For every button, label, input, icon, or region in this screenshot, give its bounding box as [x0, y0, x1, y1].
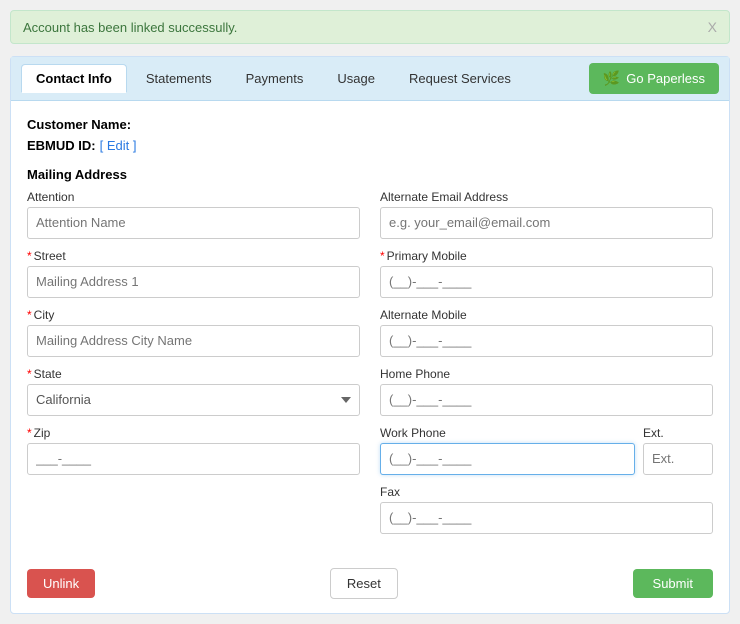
- ext-group: Ext.: [643, 426, 713, 475]
- alternate-email-input[interactable]: [380, 207, 713, 239]
- city-group: *City: [27, 308, 360, 357]
- mailing-address-title: Mailing Address: [27, 167, 713, 182]
- main-card: Contact Info Statements Payments Usage R…: [10, 56, 730, 614]
- tab-payments[interactable]: Payments: [231, 64, 319, 93]
- alternate-email-group: Alternate Email Address: [380, 190, 713, 239]
- tabs: Contact Info Statements Payments Usage R…: [21, 64, 526, 93]
- ext-input[interactable]: [643, 443, 713, 475]
- close-icon[interactable]: X: [708, 19, 717, 35]
- home-phone-input[interactable]: [380, 384, 713, 416]
- ext-label: Ext.: [643, 426, 713, 440]
- success-banner: Account has been linked successully. X: [10, 10, 730, 44]
- edit-link[interactable]: [ Edit ]: [100, 136, 137, 157]
- city-label: *City: [27, 308, 360, 322]
- work-phone-group: Work Phone: [380, 426, 635, 475]
- ebmud-id-label: EBMUD ID:: [27, 136, 96, 157]
- tab-usage[interactable]: Usage: [322, 64, 390, 93]
- footer-actions: Unlink Reset Submit: [11, 558, 729, 613]
- unlink-button[interactable]: Unlink: [27, 569, 95, 598]
- city-input[interactable]: [27, 325, 360, 357]
- primary-mobile-label: *Primary Mobile: [380, 249, 713, 263]
- go-paperless-button[interactable]: 🌿 Go Paperless: [589, 63, 719, 94]
- submit-button[interactable]: Submit: [633, 569, 713, 598]
- attention-label: Attention: [27, 190, 360, 204]
- state-label: *State: [27, 367, 360, 381]
- alternate-mobile-input[interactable]: [380, 325, 713, 357]
- fax-label: Fax: [380, 485, 713, 499]
- street-group: *Street: [27, 249, 360, 298]
- fax-group: Fax: [380, 485, 713, 534]
- customer-name-label: Customer Name:: [27, 115, 131, 136]
- attention-group: Attention: [27, 190, 360, 239]
- customer-info: Customer Name: EBMUD ID: [ Edit ]: [27, 115, 713, 157]
- tab-contact-info[interactable]: Contact Info: [21, 64, 127, 93]
- form-grid: Attention *Street *City: [27, 190, 713, 544]
- zip-group: *Zip: [27, 426, 360, 475]
- zip-input[interactable]: [27, 443, 360, 475]
- primary-mobile-group: *Primary Mobile: [380, 249, 713, 298]
- home-phone-group: Home Phone: [380, 367, 713, 416]
- work-phone-row: Work Phone Ext.: [380, 426, 713, 485]
- attention-input[interactable]: [27, 207, 360, 239]
- tab-bar: Contact Info Statements Payments Usage R…: [11, 57, 729, 101]
- reset-button[interactable]: Reset: [330, 568, 398, 599]
- state-group: *State CaliforniaAlabamaAlaskaArizonaArk…: [27, 367, 360, 416]
- form-left: Attention *Street *City: [27, 190, 360, 544]
- alternate-mobile-group: Alternate Mobile: [380, 308, 713, 357]
- state-select[interactable]: CaliforniaAlabamaAlaskaArizonaArkansasCo…: [27, 384, 360, 416]
- work-phone-input[interactable]: [380, 443, 635, 475]
- street-input[interactable]: [27, 266, 360, 298]
- form-right: Alternate Email Address *Primary Mobile …: [380, 190, 713, 544]
- leaf-icon: 🌿: [603, 70, 620, 87]
- primary-mobile-input[interactable]: [380, 266, 713, 298]
- work-phone-label: Work Phone: [380, 426, 635, 440]
- fax-input[interactable]: [380, 502, 713, 534]
- tab-statements[interactable]: Statements: [131, 64, 227, 93]
- street-label: *Street: [27, 249, 360, 263]
- tab-request-services[interactable]: Request Services: [394, 64, 526, 93]
- zip-label: *Zip: [27, 426, 360, 440]
- alternate-mobile-label: Alternate Mobile: [380, 308, 713, 322]
- card-body: Customer Name: EBMUD ID: [ Edit ] Mailin…: [11, 101, 729, 558]
- alternate-email-label: Alternate Email Address: [380, 190, 713, 204]
- home-phone-label: Home Phone: [380, 367, 713, 381]
- success-message: Account has been linked successully.: [23, 20, 237, 35]
